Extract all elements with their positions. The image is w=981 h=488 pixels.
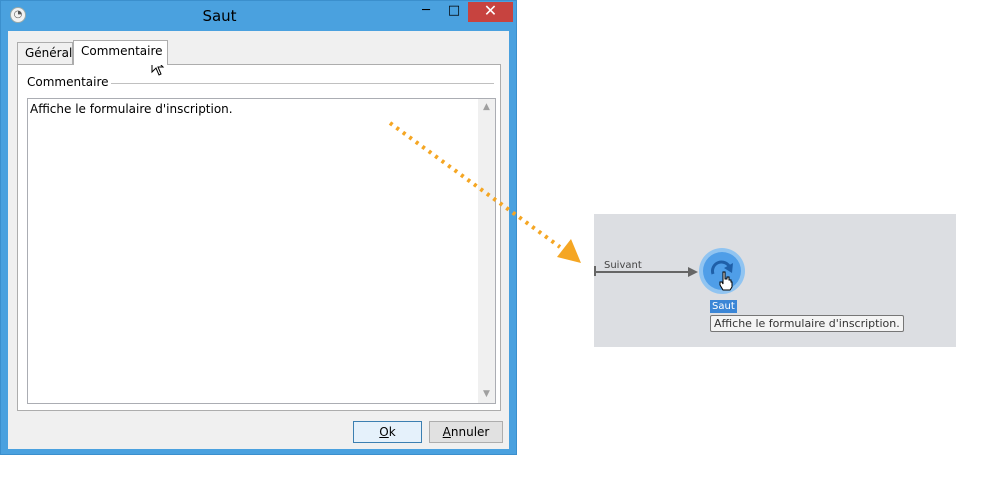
node-tooltip: Affiche le formulaire d'inscription. xyxy=(710,315,904,332)
transition-arrow-icon[interactable] xyxy=(594,264,704,280)
hand-cursor-icon xyxy=(719,271,733,291)
node-label[interactable]: Saut xyxy=(710,300,737,313)
workflow-canvas[interactable]: Suivant Saut Affiche le formulaire d'ins… xyxy=(594,214,956,347)
tab-commentaire[interactable]: Commentaire xyxy=(73,40,168,65)
